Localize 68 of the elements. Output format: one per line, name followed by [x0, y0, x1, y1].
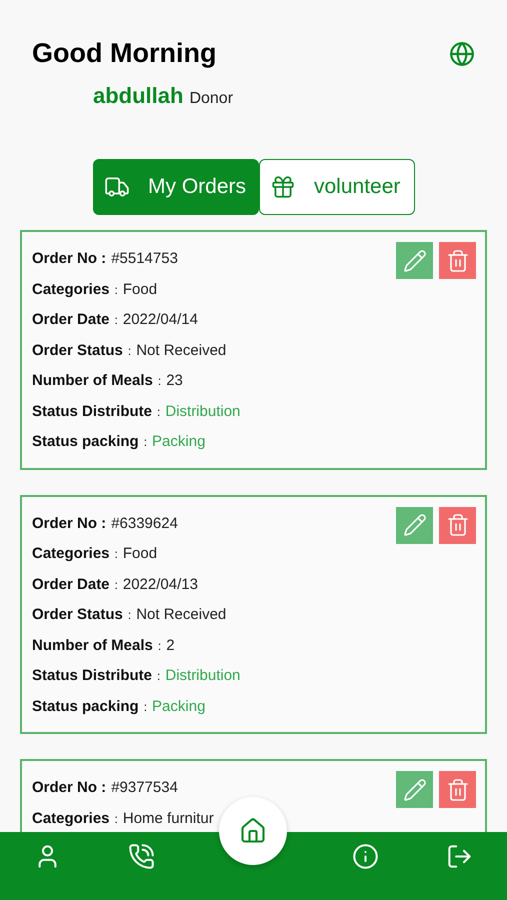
pencil-icon — [402, 513, 426, 537]
user-role: Donor — [189, 90, 234, 108]
user-name: abdullah — [93, 83, 184, 109]
field-label: Order No : — [32, 514, 106, 534]
field-value: Not Received — [136, 605, 226, 625]
field-label: Categories — [32, 808, 110, 828]
field-label: Order Date — [32, 574, 110, 594]
field-value: Packing — [152, 432, 206, 452]
field-value: #9377534 — [111, 778, 178, 798]
field-value: Food — [122, 544, 158, 564]
edit-button[interactable] — [396, 242, 433, 279]
colon-separator: : — [128, 607, 132, 624]
gift-icon — [270, 174, 296, 200]
pencil-icon — [402, 778, 426, 802]
colon-separator: : — [158, 638, 162, 654]
field-label: Status Distribute — [32, 666, 152, 686]
field-label: Status Distribute — [32, 402, 152, 422]
delete-button[interactable] — [439, 771, 476, 808]
field-label: Order Status — [32, 605, 123, 625]
colon-separator: : — [114, 576, 118, 594]
field-value: Distribution — [165, 402, 240, 422]
trash-icon — [446, 778, 470, 802]
field-label: Status packing — [32, 696, 139, 716]
colon-separator: : — [157, 668, 160, 685]
colon-separator: : — [114, 312, 118, 329]
phone-icon — [128, 842, 156, 870]
field-value: Food — [122, 280, 158, 300]
colon-separator: : — [114, 810, 118, 828]
edit-button[interactable] — [396, 771, 433, 808]
edit-button[interactable] — [396, 506, 433, 544]
field-label: Categories — [32, 280, 110, 300]
field-value: 23 — [166, 371, 183, 391]
delete-button[interactable] — [439, 242, 476, 279]
field-label: Number of Meals — [32, 371, 153, 391]
home-icon — [239, 817, 268, 845]
field-value: 2022/04/14 — [122, 310, 198, 330]
field-value: Home furnitur — [122, 808, 214, 828]
tab[interactable]: volunteer — [259, 159, 415, 215]
field-label: Status packing — [32, 432, 139, 452]
field-value: Not Received — [136, 340, 226, 360]
field-value: Distribution — [165, 666, 240, 686]
trash-icon — [446, 513, 470, 537]
field-value: #6339624 — [111, 514, 178, 534]
colon-separator: : — [157, 404, 160, 420]
trash-icon — [446, 248, 470, 272]
colon-separator: : — [128, 342, 132, 360]
field-label: Order No : — [32, 249, 106, 269]
colon-separator: : — [114, 282, 118, 298]
delete-button[interactable] — [439, 506, 476, 544]
field-value: #5514753 — [111, 249, 178, 269]
colon-separator: : — [114, 546, 118, 563]
field-label: Number of Meals — [32, 636, 153, 656]
tab[interactable]: My Orders — [93, 159, 259, 215]
field-value: 2022/04/13 — [122, 574, 198, 594]
field-value: 2 — [166, 636, 175, 656]
field-label: Categories — [32, 544, 110, 564]
field-label: Order No : — [32, 778, 106, 798]
colon-separator: : — [144, 698, 148, 716]
greeting-title: Good Morning — [32, 38, 216, 69]
colon-separator: : — [144, 434, 148, 451]
logout-icon — [446, 842, 474, 870]
field-label: Order Status — [32, 340, 123, 360]
info-icon — [352, 842, 379, 870]
globe-icon[interactable] — [449, 40, 475, 66]
colon-separator: : — [158, 373, 162, 390]
pencil-icon — [402, 248, 426, 272]
field-label: Order Date — [32, 310, 110, 330]
field-value: Packing — [152, 696, 206, 716]
